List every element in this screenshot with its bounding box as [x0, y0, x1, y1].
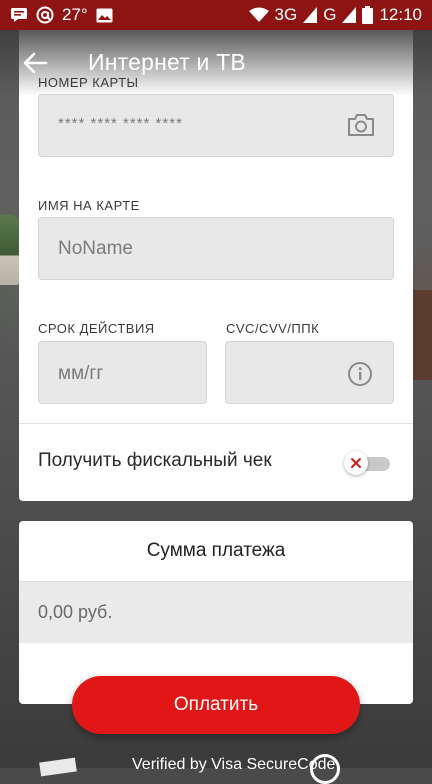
payment-sum-value: 0,00 руб.	[38, 602, 113, 622]
mastercard-logo	[310, 754, 340, 784]
status-bar: 27° 3G G 12:10	[0, 0, 432, 30]
toggle-thumb	[344, 451, 368, 475]
background-shelf	[412, 290, 432, 380]
card-number-field[interactable]: **** **** **** ****	[38, 94, 394, 157]
wifi-icon	[248, 7, 269, 23]
security-logos-strip: Verified by Visa SecureCode	[0, 750, 432, 784]
card-number-placeholder: **** **** **** ****	[58, 115, 183, 132]
payment-sum-row: 0,00 руб.	[19, 581, 413, 643]
image-icon	[96, 8, 113, 23]
signal-icon	[303, 7, 318, 23]
network-3g-text: 3G	[274, 5, 298, 24]
close-icon	[351, 458, 361, 468]
card-name-field[interactable]: NoName	[38, 217, 394, 280]
card-name-label: ИМЯ НА КАРТЕ	[38, 198, 140, 213]
network-g-text: G	[323, 5, 337, 24]
payment-sum-title: Сумма платежа	[146, 540, 286, 561]
expiry-placeholder: мм/гг	[58, 363, 104, 384]
cvc-field[interactable]	[225, 341, 394, 404]
cvc-label: CVC/CVV/ППК	[226, 321, 320, 336]
expiry-label: СРОК ДЕЙСТВИЯ	[38, 321, 155, 336]
security-text: Verified by Visa SecureCode	[132, 756, 336, 773]
camera-icon[interactable]	[347, 113, 375, 142]
info-icon[interactable]	[347, 361, 373, 392]
divider	[19, 423, 413, 424]
message-icon	[10, 7, 28, 23]
card-logo	[39, 757, 77, 777]
background-plant	[0, 215, 20, 285]
card-name-placeholder: NoName	[58, 238, 133, 259]
clock-text: 12:10	[379, 5, 422, 24]
pay-button[interactable]: Оплатить	[72, 676, 360, 734]
battery-icon	[362, 6, 374, 24]
card-details-panel: НОМЕР КАРТЫ **** **** **** **** ИМЯ НА К…	[19, 30, 413, 501]
fiscal-receipt-label: Получить фискальный чек	[38, 450, 272, 471]
card-number-label: НОМЕР КАРТЫ	[38, 75, 139, 90]
fiscal-receipt-toggle[interactable]	[344, 451, 390, 475]
back-arrow-icon[interactable]	[22, 52, 48, 74]
at-sign-icon	[36, 6, 54, 24]
signal-icon	[342, 7, 357, 23]
temperature-text: 27°	[62, 5, 88, 24]
expiry-field[interactable]: мм/гг	[38, 341, 207, 404]
